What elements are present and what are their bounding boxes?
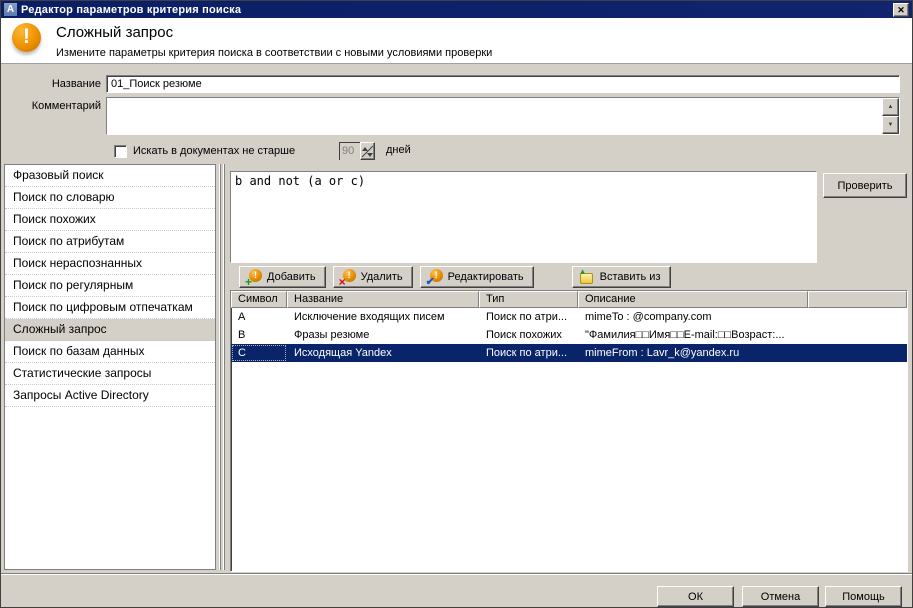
sidebar-item[interactable]: Сложный запрос (5, 319, 215, 341)
paste-from-button[interactable]: ▲ Вставить из (571, 266, 671, 288)
dialog-window: A Редактор параметров критерия поиска ✕ … (0, 0, 913, 608)
query-input[interactable]: b and not (a or c) (231, 172, 816, 262)
criteria-toolbar: ! + Добавить ! × Удалить ! ✔ Редактировать … (239, 266, 671, 288)
form-area: Название Комментарий ▲ ▼ Искать в докуме… (1, 64, 912, 161)
days-label: дней (386, 144, 411, 156)
cell-description: mimeTo : @company.com (585, 311, 712, 323)
name-label: Название (51, 78, 101, 90)
close-icon[interactable]: ✕ (893, 2, 909, 17)
cell-symbol: B (238, 329, 246, 341)
warning-icon: ! (12, 23, 41, 52)
comment-label: Комментарий (31, 100, 101, 112)
column-header[interactable]: Описание (578, 291, 808, 308)
sidebar-item[interactable]: Поиск по цифровым отпечаткам (5, 297, 215, 319)
add-button-label: Добавить (267, 271, 316, 283)
sidebar-item[interactable]: Поиск по атрибутам (5, 231, 215, 253)
sidebar-list: Фразовый поиск Поиск по словарю Поиск похо… (4, 164, 216, 570)
delete-criterion-icon: ! × (339, 269, 356, 288)
column-header[interactable]: Название (287, 291, 479, 308)
query-box: b and not (a or c) (230, 171, 817, 263)
table-header: Символ Название Тип Описание (231, 291, 907, 308)
header-banner: ! Сложный запрос Измените параметры крит… (1, 18, 912, 64)
table-row[interactable]: B Фразы резюме Поиск похожих "Фамилия□□Имя□… (231, 326, 907, 344)
cell-name: Исключение входящих писем (294, 311, 445, 323)
table-row[interactable]: C Исходящая Yandex Поиск по атри... mimeFro… (231, 344, 907, 362)
add-button[interactable]: ! + Добавить (239, 266, 326, 288)
edit-button[interactable]: ! ✔ Редактировать (419, 266, 534, 288)
criteria-table: Символ Название Тип Описание A Исключение вх… (230, 290, 908, 572)
delete-button[interactable]: ! × Удалить (332, 266, 413, 288)
name-input[interactable] (106, 75, 900, 93)
sidebar-item[interactable]: Поиск по базам данных (5, 341, 215, 363)
comment-scrollbar: ▲ ▼ (882, 98, 899, 134)
app-icon: A (4, 3, 17, 16)
cancel-button[interactable]: Отмена (742, 586, 819, 607)
scroll-up-icon[interactable]: ▲ (882, 98, 899, 116)
sidebar-item[interactable]: Статистические запросы (5, 363, 215, 385)
page-title: Сложный запрос (56, 24, 174, 41)
sidebar-item[interactable]: Поиск по регулярным (5, 275, 215, 297)
cell-type: Поиск по атри... (486, 311, 568, 323)
edit-criterion-icon: ! ✔ (426, 269, 443, 288)
check-query-button[interactable]: Проверить (823, 173, 907, 198)
window-title: Редактор параметров критерия поиска (21, 3, 242, 16)
age-checkbox[interactable] (114, 144, 127, 158)
sidebar-item[interactable]: Фразовый поиск (5, 165, 215, 187)
column-header[interactable]: Тип (479, 291, 578, 308)
age-spinner (339, 142, 377, 160)
cell-type: Поиск похожих (486, 329, 562, 341)
age-checkbox-label: Искать в документах не старше (133, 145, 296, 157)
column-header-filler (808, 291, 907, 308)
cell-symbol: C (231, 344, 287, 362)
comment-input[interactable] (107, 98, 882, 134)
paste-from-icon: ▲ (579, 267, 595, 285)
comment-field: ▲ ▼ (106, 97, 900, 135)
main-area: Фразовый поиск Поиск по словарю Поиск похо… (1, 161, 912, 573)
cell-name: Исходящая Yandex (294, 347, 392, 359)
age-input[interactable] (339, 142, 360, 160)
splitter-handle[interactable] (219, 164, 227, 570)
sidebar-item[interactable]: Запросы Active Directory (5, 385, 215, 407)
cell-description: "Фамилия□□Имя□□E-mail:□□Возраст:... (585, 329, 785, 341)
column-header[interactable]: Символ (231, 291, 287, 308)
spin-updown-icon[interactable] (360, 142, 375, 160)
cell-symbol: A (238, 311, 246, 323)
page-subtitle: Измените параметры критерия поиска в соо… (56, 47, 493, 59)
edit-button-label: Редактировать (447, 271, 524, 283)
titlebar[interactable]: A Редактор параметров критерия поиска ✕ (1, 1, 912, 18)
help-button[interactable]: Помощь (825, 586, 902, 607)
delete-button-label: Удалить (360, 271, 403, 283)
table-row[interactable]: A Исключение входящих писем Поиск по атри.… (231, 308, 907, 326)
age-row: Искать в документах не старше дней (114, 142, 411, 160)
sidebar-item[interactable]: Поиск похожих (5, 209, 215, 231)
cell-name: Фразы резюме (294, 329, 370, 341)
sidebar-item[interactable]: Поиск нераспознанных (5, 253, 215, 275)
scroll-down-icon[interactable]: ▼ (882, 116, 899, 134)
cell-type: Поиск по атри... (486, 347, 568, 359)
sidebar-item[interactable]: Поиск по словарю (5, 187, 215, 209)
cell-description: mimeFrom : Lavr_k@yandex.ru (585, 347, 740, 359)
table-body: A Исключение входящих писем Поиск по атри.… (231, 308, 907, 362)
ok-button[interactable]: ОК (657, 586, 734, 607)
add-criterion-icon: ! + (245, 269, 262, 288)
footer-bar: ОК Отмена Помощь (1, 573, 912, 607)
paste-from-button-label: Вставить из (599, 271, 661, 283)
